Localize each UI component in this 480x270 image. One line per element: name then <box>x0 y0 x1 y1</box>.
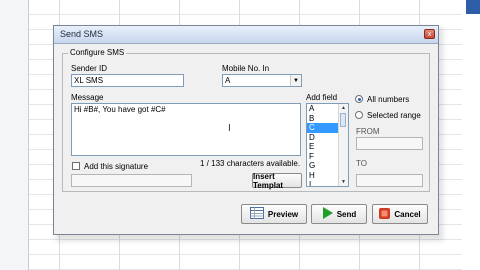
add-signature-checkbox[interactable] <box>72 162 80 170</box>
insert-template-label: Insert Templat <box>253 171 284 190</box>
insert-template-button[interactable]: Insert Templat <box>252 171 302 190</box>
selected-range-radio[interactable] <box>355 111 363 119</box>
preview-button[interactable]: Preview <box>241 204 307 224</box>
sender-id-input[interactable]: XL SMS <box>71 74 184 87</box>
sender-id-label: Sender ID <box>71 64 108 73</box>
message-textarea[interactable]: Hi #B#, You have got #C# <box>71 103 301 156</box>
group-label: Configure SMS <box>68 48 127 57</box>
close-button[interactable]: x <box>424 29 435 39</box>
to-input[interactable] <box>356 174 423 187</box>
send-label: Send <box>336 209 357 219</box>
characters-available: 1 / 133 characters available. <box>200 159 301 168</box>
cancel-icon <box>379 207 391 221</box>
scroll-down-icon[interactable]: ▼ <box>339 178 348 186</box>
cancel-button[interactable]: Cancel <box>372 204 428 224</box>
add-field-listbox[interactable]: ABCDEFGHI ▲ ▼ <box>306 103 349 187</box>
mobile-no-label: Mobile No. In <box>222 64 270 73</box>
selected-range-label: Selected range <box>367 111 421 120</box>
dialog-title: Send SMS <box>60 29 104 39</box>
from-input[interactable] <box>356 137 423 150</box>
mobile-column-value: A <box>225 76 231 85</box>
title-bar: Send SMS x <box>54 26 438 44</box>
to-label: TO <box>356 159 367 168</box>
send-button[interactable]: Send <box>311 204 367 224</box>
send-sms-dialog: Send SMS x Configure SMS Sender ID XL SM… <box>53 25 439 235</box>
cancel-label: Cancel <box>394 209 421 219</box>
message-label: Message <box>71 93 104 102</box>
add-field-label: Add field <box>306 93 338 102</box>
scroll-thumb[interactable] <box>340 113 346 127</box>
chevron-down-icon[interactable]: ▼ <box>290 75 301 86</box>
preview-label: Preview <box>267 209 299 219</box>
from-label: FROM <box>356 127 380 136</box>
sheet-icon <box>249 207 264 221</box>
signature-input[interactable] <box>71 174 192 187</box>
scroll-up-icon[interactable]: ▲ <box>339 104 348 112</box>
add-signature-label: Add this signature <box>84 162 149 171</box>
mobile-column-select[interactable]: A ▼ <box>222 74 302 87</box>
play-icon <box>322 207 333 221</box>
all-numbers-radio[interactable] <box>355 95 363 103</box>
text-cursor-icon: I <box>228 123 231 134</box>
listbox-scrollbar[interactable]: ▲ ▼ <box>338 104 348 186</box>
row-header-strip <box>0 0 29 270</box>
all-numbers-label: All numbers <box>367 95 410 104</box>
window-edge <box>462 0 480 270</box>
